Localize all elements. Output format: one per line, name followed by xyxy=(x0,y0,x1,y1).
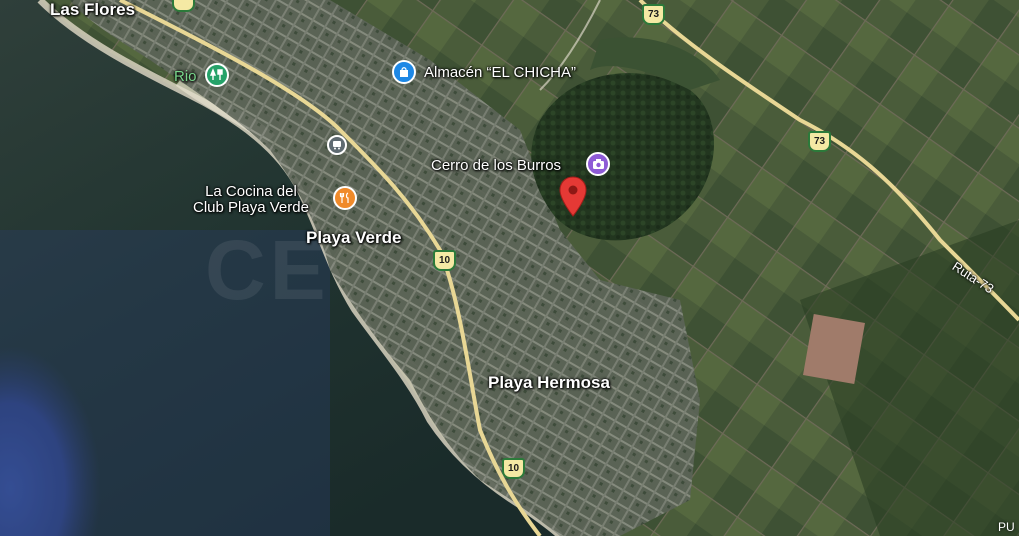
route-shield-73-top[interactable]: 73 xyxy=(642,4,665,25)
route-shield-10-mid[interactable]: 10 xyxy=(433,250,456,271)
location-pin-icon[interactable] xyxy=(558,176,588,218)
edge-label-partial: PU xyxy=(998,520,1015,534)
route-shield-partial-top xyxy=(172,0,195,12)
poi-label-almacen[interactable]: Almacén “EL CHICHA” xyxy=(424,65,576,81)
route-shield-10-bottom[interactable]: 10 xyxy=(502,458,525,479)
town-label-playa-verde[interactable]: Playa Verde xyxy=(306,229,401,247)
poi-label-cerro[interactable]: Cerro de los Burros xyxy=(431,158,561,174)
park-icon[interactable] xyxy=(205,63,229,87)
poi-label-cocina-line1: La Cocina del xyxy=(205,183,297,200)
town-label-las-flores[interactable]: Las Flores xyxy=(50,1,135,19)
route-shield-73-right[interactable]: 73 xyxy=(808,131,831,152)
bus-stop-icon[interactable] xyxy=(327,135,347,155)
satellite-map[interactable]: CE Las Flores Playa Verde Playa Hermosa … xyxy=(0,0,1019,536)
poi-label-cocina[interactable]: La Cocina del Club Playa Verde xyxy=(193,184,309,216)
poi-label-cocina-line2: Club Playa Verde xyxy=(193,198,309,216)
camera-icon[interactable] xyxy=(586,152,610,176)
shopping-bag-icon[interactable] xyxy=(392,60,416,84)
town-label-playa-hermosa[interactable]: Playa Hermosa xyxy=(488,374,610,392)
poi-label-rio[interactable]: Rio xyxy=(174,69,197,85)
restaurant-icon[interactable] xyxy=(333,186,357,210)
